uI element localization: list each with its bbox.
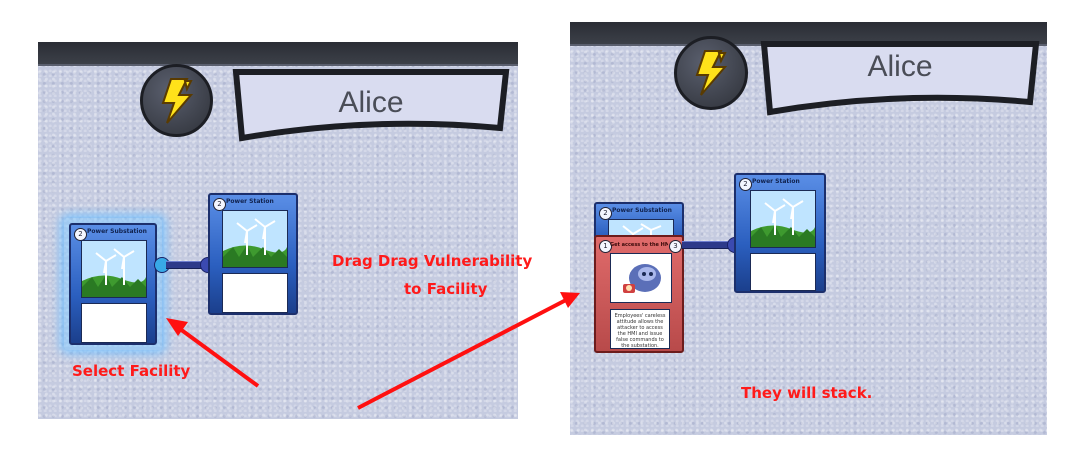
player-name-banner: Alice (758, 38, 1042, 116)
resource-emblem (674, 36, 748, 110)
card-art (81, 240, 147, 298)
card-title: Power Station (752, 178, 800, 185)
wind-turbine-icon (223, 211, 287, 267)
left-game-board: Alice 2 Power Substation 2 Power Station… (38, 42, 518, 419)
card-text-box (81, 303, 147, 343)
card-cost: 3 (669, 240, 682, 253)
facility-card-power-station[interactable]: 2 Power Station (734, 173, 826, 293)
facility-connection-line (682, 241, 732, 249)
player-name-banner: Alice (230, 66, 512, 142)
vulnerability-card[interactable]: 1 3 Get access to the HMI & Engi... Empl… (594, 235, 684, 353)
lightning-bolt-icon (161, 77, 193, 124)
player-name: Alice (338, 86, 404, 119)
top-bar (38, 42, 518, 66)
card-art (750, 190, 816, 248)
card-art (222, 210, 288, 268)
annotation-drag-line1: Drag Drag Vulnerability (332, 252, 533, 270)
card-title: Get access to the HMI & Engi... (610, 242, 668, 248)
hacker-character-icon (611, 254, 671, 302)
facility-card-power-station[interactable]: 2 Power Station (208, 193, 298, 315)
lightning-bolt-icon (695, 50, 728, 96)
card-art (610, 253, 672, 303)
annotation-drag-line2: to Facility (404, 280, 488, 298)
card-title: Power Substation (87, 228, 147, 235)
card-title: Power Substation (612, 207, 672, 214)
right-game-board: Alice 2 Power Substation 1 3 Get access … (570, 22, 1047, 435)
player-name: Alice (867, 50, 933, 83)
card-text-box (222, 273, 288, 313)
annotation-select-facility: Select Facility (72, 362, 191, 380)
card-title: Power Station (226, 198, 274, 205)
annotation-stacking: They will stack. (741, 384, 873, 402)
card-text-box: Employees' careless attitude allows the … (610, 309, 670, 349)
resource-emblem (140, 64, 213, 137)
card-text-box (750, 253, 816, 291)
facility-card-power-substation[interactable]: 2 Power Substation (69, 223, 157, 345)
wind-turbine-icon (751, 191, 815, 247)
wind-turbine-icon (82, 241, 146, 297)
